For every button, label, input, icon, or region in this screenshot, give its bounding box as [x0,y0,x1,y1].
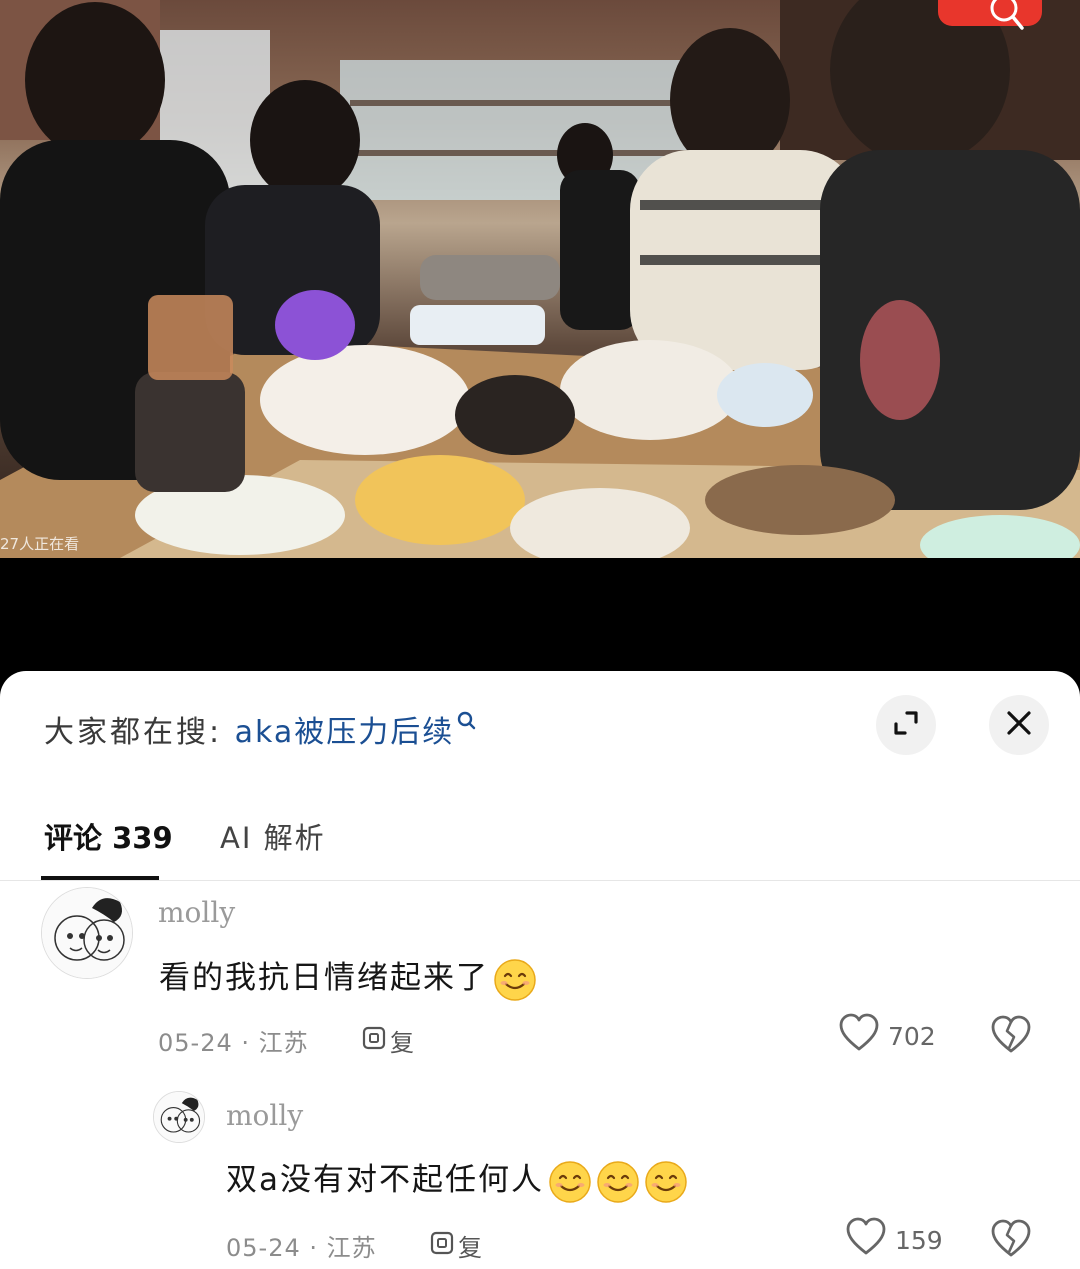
tab-ai-analysis[interactable]: AI 解析 [220,815,326,857]
reply-icon [430,1230,456,1262]
search-icon[interactable] [986,0,1030,34]
broken-heart-icon [990,1219,1032,1263]
smile-emoji-icon [548,1160,592,1204]
smile-emoji-icon [596,1160,640,1204]
divider [0,880,1080,881]
comment-text: 双a没有对不起任何人 [226,1154,688,1204]
dislike-button[interactable] [990,1015,1032,1059]
smile-emoji-icon [493,958,537,1002]
like-button[interactable]: 159 [845,1217,943,1263]
heart-outline-icon [838,1013,880,1059]
comment-username[interactable]: molly [158,896,235,929]
reply-label: 复 [390,1029,414,1057]
heart-outline-icon [845,1217,887,1263]
comment-meta: 05-24 · 江苏 [226,1234,377,1262]
smile-emoji-icon [644,1160,688,1204]
hot-search-term[interactable]: aka被压力后续 [235,715,455,750]
hot-search-label: 大家都在搜: [44,715,223,750]
like-count: 702 [888,1021,936,1051]
close-button[interactable] [989,695,1049,755]
expand-button[interactable] [876,695,936,755]
avatar[interactable] [153,1091,205,1143]
video-player[interactable]: 27人正在看 [0,0,1080,558]
like-count: 159 [895,1225,943,1255]
comment-body: 看的我抗日情绪起来了 [159,960,489,996]
comment-meta: 05-24 · 江苏 [158,1029,309,1057]
like-button[interactable]: 702 [838,1013,936,1059]
comment-text: 看的我抗日情绪起来了 [159,952,537,1002]
comment-body: 双a没有对不起任何人 [226,1162,544,1198]
search-icon[interactable] [456,707,476,742]
avatar-sketch [154,1092,204,1142]
reply-icon [362,1025,388,1057]
viewer-count: 27人正在看 [0,535,80,553]
reply-label: 复 [458,1234,482,1262]
avatar[interactable] [41,887,133,979]
close-icon [1005,709,1033,741]
expand-icon [890,707,922,743]
dislike-button[interactable] [990,1219,1032,1263]
reply-button[interactable]: 复 [430,1228,482,1263]
reply-button[interactable]: 复 [362,1023,414,1058]
broken-heart-icon [990,1015,1032,1059]
comment-sheet: 大家都在搜: aka被压力后续 评论 339 AI 解析 molly 看的我抗日… [0,671,1080,1269]
tab-comments[interactable]: 评论 339 [44,815,173,857]
comment-username[interactable]: molly [226,1099,303,1132]
video-frame-illustration [0,0,1080,558]
hot-search-bar[interactable]: 大家都在搜: aka被压力后续 [44,707,476,751]
avatar-sketch [42,888,132,978]
